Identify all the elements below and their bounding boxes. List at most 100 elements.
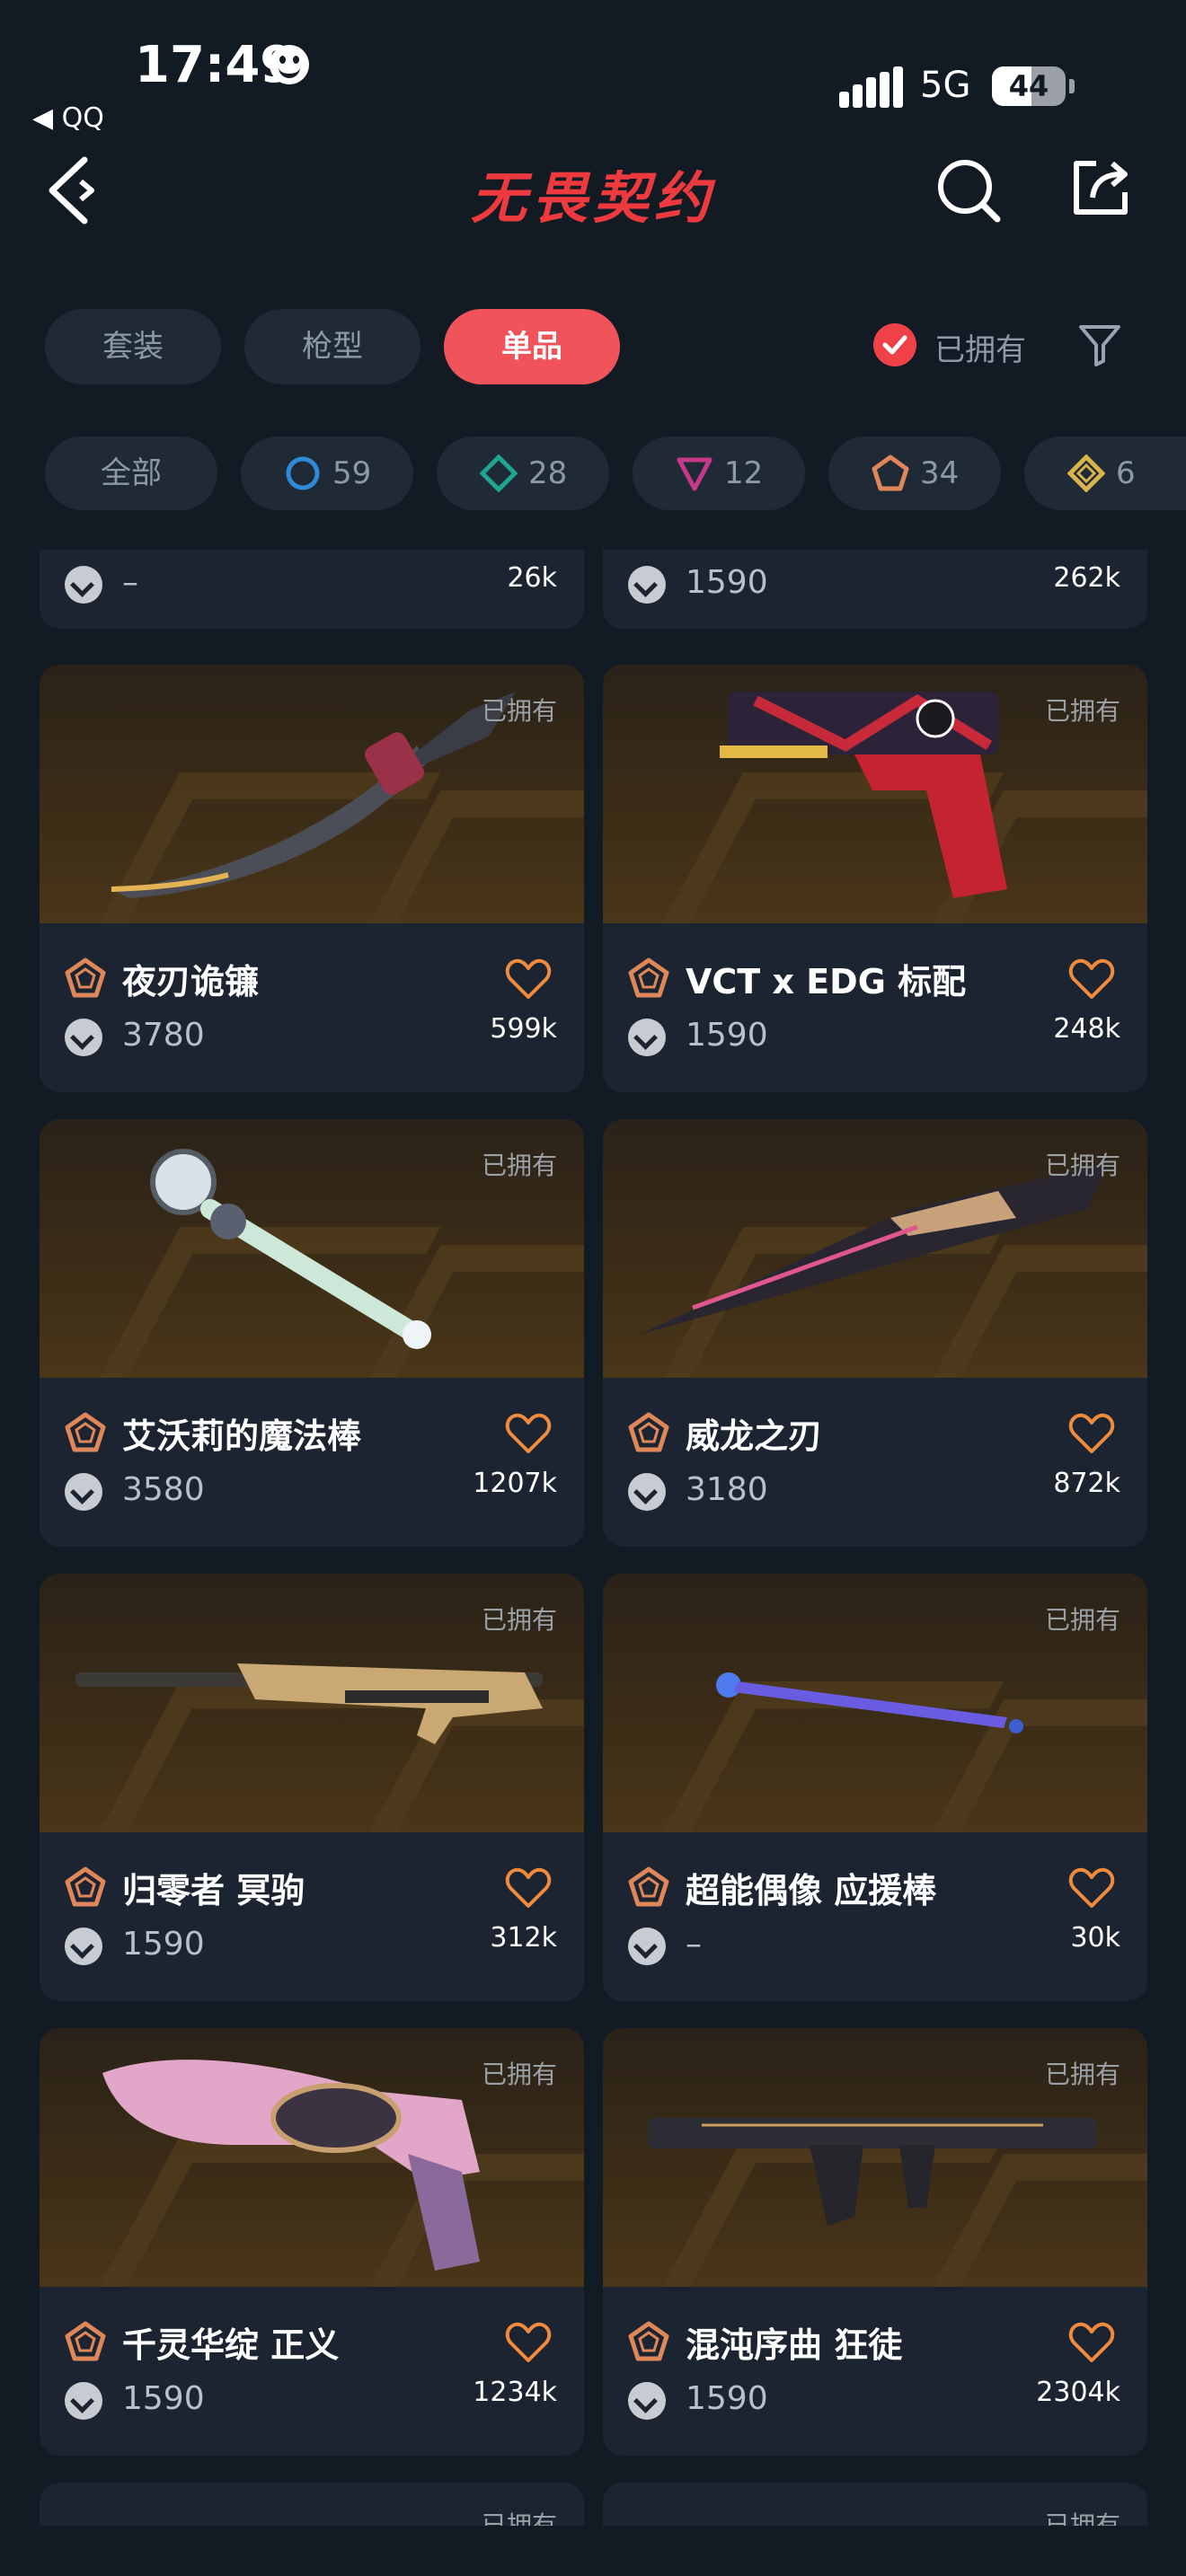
chip-tier-select[interactable]: 59 xyxy=(241,437,413,510)
owned-tag: 已拥有 xyxy=(481,1151,557,1180)
share-icon[interactable] xyxy=(1069,156,1132,219)
vp-icon xyxy=(628,1928,666,1965)
owned-checkbox[interactable] xyxy=(873,323,916,366)
item-count: 1207k xyxy=(473,1468,557,1499)
heart-icon[interactable] xyxy=(1068,2321,1115,2364)
signal-icon xyxy=(839,66,904,108)
pistol-image xyxy=(720,692,1007,898)
item-count: 262k xyxy=(1053,562,1120,594)
tier-exclusive-icon xyxy=(65,957,106,998)
item-name: 超能偶像 应援棒 xyxy=(686,1871,937,1910)
checkmark-icon xyxy=(882,335,907,355)
tier-exclusive-icon xyxy=(628,2321,669,2361)
item-card[interactable]: 已拥有 千灵华绽 正义 1590 1234k xyxy=(40,2028,584,2456)
item-count: 248k xyxy=(1053,1013,1120,1045)
smiley-icon xyxy=(270,45,309,84)
item-card[interactable]: 已拥有 混沌序曲 狂徒 1590 2304k xyxy=(603,2028,1147,2456)
filter-icon[interactable] xyxy=(1076,322,1123,368)
chip-tier-exclusive[interactable]: 34 xyxy=(828,437,1001,510)
vp-icon xyxy=(628,1473,666,1511)
heart-icon[interactable] xyxy=(1068,1866,1115,1910)
tab-items[interactable]: 单品 xyxy=(444,309,620,384)
item-name: 夜刃诡镰 xyxy=(122,962,260,1001)
owned-tag: 已拥有 xyxy=(481,2060,557,2089)
owned-tag: 已拥有 xyxy=(481,1605,557,1635)
item-grid: – 26k 1590 262k 已拥有 夜刃诡镰 3780 599k 已拥有 V… xyxy=(0,550,1186,2526)
tier-exclusive-icon xyxy=(628,1412,669,1452)
tier-exclusive-icon xyxy=(628,1866,669,1907)
item-price: 1590 xyxy=(686,564,768,601)
item-image: 已拥有 xyxy=(603,1119,1147,1378)
rifle-image xyxy=(648,2118,1097,2226)
tab-weapon-types[interactable]: 枪型 xyxy=(244,309,420,384)
owned-tag: 已拥有 xyxy=(1044,696,1120,726)
battery-level: 44 xyxy=(1008,69,1049,103)
chip-all[interactable]: 全部 xyxy=(45,437,217,510)
item-card[interactable]: 已拥有 艾沃莉的魔法棒 3580 1207k xyxy=(40,1119,584,1547)
owned-tag: 已拥有 xyxy=(1044,2510,1120,2526)
heart-icon[interactable] xyxy=(1068,957,1115,1001)
item-price: 1590 xyxy=(686,1017,768,1054)
tier-ultra-icon xyxy=(1067,454,1105,492)
chip-count: 34 xyxy=(920,455,960,491)
heart-icon[interactable] xyxy=(505,1866,552,1910)
heart-icon[interactable] xyxy=(505,2321,552,2364)
item-name: VCT x EDG 标配 xyxy=(686,962,967,1001)
tier-exclusive-icon xyxy=(872,454,909,491)
item-count: 1234k xyxy=(473,2377,557,2408)
vp-icon xyxy=(65,1019,102,1056)
knife-image xyxy=(111,692,516,898)
item-image: 已拥有 xyxy=(40,665,584,923)
item-card-partial[interactable]: 已拥有 xyxy=(40,2483,584,2526)
vp-icon xyxy=(65,1473,102,1511)
owned-filter-label[interactable]: 已拥有 xyxy=(934,325,1026,369)
tier-exclusive-icon xyxy=(628,957,669,998)
item-price: 1590 xyxy=(686,2380,768,2417)
tier-deluxe-icon xyxy=(480,454,518,492)
vp-icon xyxy=(628,566,666,604)
owned-tag: 已拥有 xyxy=(1044,1151,1120,1180)
item-name: 混沌序曲 狂徒 xyxy=(686,2325,903,2365)
revolver-image xyxy=(102,2060,480,2271)
item-image: 已拥有 xyxy=(40,2028,584,2287)
tab-bundles[interactable]: 套装 xyxy=(45,309,221,384)
item-price: – xyxy=(686,1926,702,1963)
heart-icon[interactable] xyxy=(1068,1412,1115,1455)
vp-icon xyxy=(628,1019,666,1056)
chip-tier-ultra[interactable]: 6 xyxy=(1024,437,1186,510)
battery-tip xyxy=(1069,79,1075,93)
heart-icon[interactable] xyxy=(505,1412,552,1455)
battery-icon: 44 xyxy=(992,66,1066,106)
item-card[interactable]: 已拥有 归零者 冥驹 1590 312k xyxy=(40,1574,584,2001)
item-card-partial[interactable]: – 26k xyxy=(40,550,584,629)
vp-icon xyxy=(65,1928,102,1965)
item-image: 已拥有 xyxy=(603,665,1147,923)
back-to-app-link[interactable]: ◀ QQ xyxy=(32,102,104,134)
chip-tier-deluxe[interactable]: 28 xyxy=(437,437,609,510)
chip-count: 12 xyxy=(724,455,764,491)
item-card[interactable]: 已拥有 威龙之刃 3180 872k xyxy=(603,1119,1147,1547)
sniper-rifle-image xyxy=(75,1663,543,1744)
item-name: 归零者 冥驹 xyxy=(122,1871,305,1910)
item-count: 26k xyxy=(507,562,557,594)
network-type: 5G xyxy=(920,65,971,106)
item-card[interactable]: 已拥有 超能偶像 应援棒 – 30k xyxy=(603,1574,1147,2001)
item-card-partial[interactable]: 已拥有 xyxy=(603,2483,1147,2526)
tier-premium-icon xyxy=(677,457,712,491)
item-card-partial[interactable]: 1590 262k xyxy=(603,550,1147,629)
item-count: 599k xyxy=(490,1013,557,1045)
item-price: 1590 xyxy=(122,1926,205,1963)
item-image: 已拥有 xyxy=(40,1574,584,1832)
back-arrow-icon[interactable] xyxy=(45,154,102,226)
search-icon[interactable] xyxy=(934,156,1003,225)
item-card[interactable]: 已拥有 夜刃诡镰 3780 599k xyxy=(40,665,584,1092)
chip-tier-premium[interactable]: 12 xyxy=(633,437,805,510)
item-price: 3580 xyxy=(122,1471,205,1508)
heart-icon[interactable] xyxy=(505,957,552,1001)
owned-tag: 已拥有 xyxy=(1044,1605,1120,1635)
item-name: 千灵华绽 正义 xyxy=(122,2325,340,2365)
owned-tag: 已拥有 xyxy=(481,696,557,726)
item-count: 872k xyxy=(1053,1468,1120,1499)
item-count: 2304k xyxy=(1036,2377,1120,2408)
item-card[interactable]: 已拥有 VCT x EDG 标配 1590 248k xyxy=(603,665,1147,1092)
